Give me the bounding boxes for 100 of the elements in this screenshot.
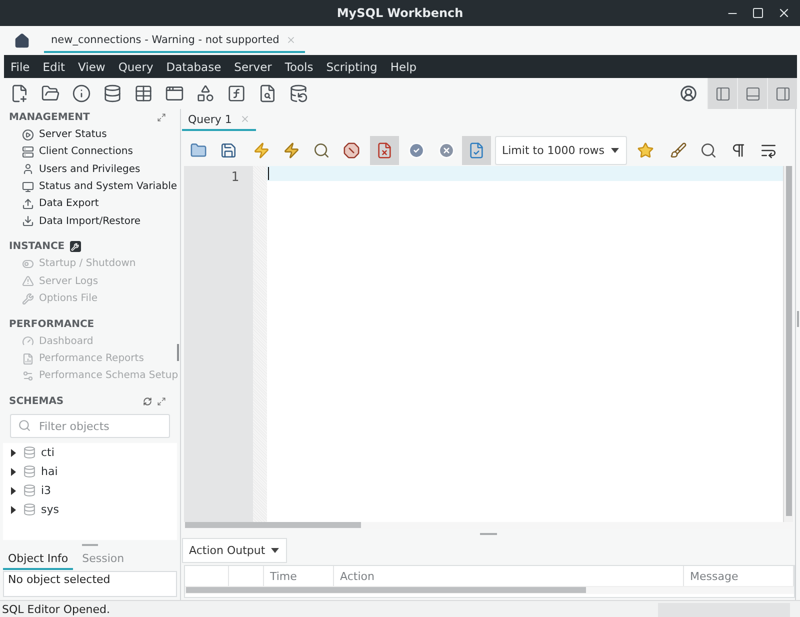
check-circle-icon[interactable]: [408, 142, 425, 159]
section-title: INSTANCE: [9, 241, 65, 252]
maximize-icon[interactable]: [752, 7, 764, 19]
splitter-handle[interactable]: [82, 544, 98, 546]
sidebar-item[interactable]: Data Export: [0, 195, 180, 212]
warning-icon: [22, 275, 34, 288]
search-icon: [18, 419, 31, 432]
sidebar-item[interactable]: Users and Privileges: [0, 160, 180, 178]
stop-icon[interactable]: [343, 142, 360, 159]
section-title: MANAGEMENT: [9, 112, 90, 123]
connection-tab[interactable]: new_connections - Warning - not supported: [44, 26, 306, 53]
menu-item[interactable]: File: [4, 60, 36, 74]
server-icon: [22, 146, 34, 158]
chart-file-icon: [22, 352, 34, 365]
splitter-handle[interactable]: [797, 311, 799, 327]
caret-right-icon[interactable]: [11, 448, 16, 457]
menu-item[interactable]: Scripting: [320, 60, 384, 74]
sidebar-item[interactable]: Data Import/Restore: [0, 212, 180, 230]
menu-item[interactable]: Tools: [278, 60, 320, 74]
tree-item[interactable]: hai: [3, 462, 177, 482]
menu-item[interactable]: Query: [112, 60, 160, 74]
horizontal-scrollbar[interactable]: [184, 522, 793, 529]
menu-item[interactable]: Help: [384, 60, 424, 74]
vertical-scrollbar[interactable]: [783, 166, 793, 522]
sidebar-item[interactable]: Server Status: [0, 126, 180, 144]
caret-down-icon: [271, 548, 280, 553]
wrap-text-icon[interactable]: [760, 142, 777, 159]
upload-icon: [22, 198, 34, 210]
function-icon[interactable]: [227, 84, 246, 103]
x-circle-icon[interactable]: [438, 142, 455, 159]
toggle-button[interactable]: [462, 136, 491, 165]
caret-right-icon[interactable]: [11, 468, 16, 476]
line-number: 1: [231, 170, 239, 185]
pilcrow-icon[interactable]: [730, 142, 747, 159]
database-icon: [23, 446, 36, 460]
folder-icon[interactable]: [190, 142, 207, 159]
filter-field[interactable]: Filter objects: [10, 414, 170, 438]
tree-item[interactable]: cti: [3, 443, 177, 462]
menu-item[interactable]: Database: [160, 60, 228, 74]
window-icon[interactable]: [165, 84, 184, 103]
tree-item[interactable]: i3: [3, 481, 177, 500]
star-icon[interactable]: [637, 142, 654, 159]
query-tab[interactable]: Query 1: [182, 109, 256, 131]
toggle-button[interactable]: [370, 136, 399, 165]
gauge-icon: [22, 335, 34, 348]
sidebar-item[interactable]: Client Connections: [0, 143, 180, 161]
expand-icon[interactable]: [157, 397, 166, 406]
magnifier-icon[interactable]: [313, 142, 330, 159]
left-panel-icon: [714, 86, 730, 102]
right-panel-icon: [774, 86, 790, 102]
menu-item[interactable]: Server: [228, 60, 278, 74]
sliders-icon: [22, 370, 34, 382]
home-icon[interactable]: [14, 32, 30, 48]
refresh-icon[interactable]: [143, 397, 152, 406]
info-icon[interactable]: [72, 84, 91, 103]
output-dropdown[interactable]: Action Output: [182, 538, 288, 563]
file-search-icon[interactable]: [258, 84, 277, 103]
shapes-icon[interactable]: [196, 84, 215, 103]
status-message: SQL Editor Opened.: [2, 602, 110, 616]
database-icon[interactable]: [103, 84, 122, 103]
save-icon[interactable]: [220, 142, 237, 159]
file-plus-icon[interactable]: [10, 84, 29, 103]
panel-toggle-button[interactable]: [767, 78, 797, 109]
file-x-icon: [376, 142, 393, 159]
wrench-icon[interactable]: [70, 241, 81, 252]
user-icon: [22, 163, 34, 176]
column-header[interactable]: Time: [264, 566, 334, 586]
section-title: PERFORMANCE: [9, 318, 94, 330]
lightning-icon[interactable]: [253, 142, 270, 159]
brush-icon[interactable]: [670, 142, 687, 159]
section-title: SCHEMAS: [9, 396, 64, 408]
menu-item[interactable]: View: [72, 60, 112, 74]
wrench-icon: [22, 292, 34, 305]
file-check-icon: [468, 142, 485, 159]
panel-toggle-button[interactable]: [737, 78, 767, 109]
table-icon[interactable]: [134, 84, 153, 103]
expand-icon[interactable]: [157, 113, 166, 122]
caret-right-icon[interactable]: [11, 506, 16, 514]
user-ring-icon[interactable]: [680, 85, 697, 102]
splitter-handle[interactable]: [480, 532, 496, 534]
search-icon[interactable]: [700, 142, 717, 159]
menu-item[interactable]: Edit: [36, 60, 72, 74]
sidebar-item[interactable]: Status and System Variable: [0, 178, 180, 196]
text-cursor: [268, 167, 269, 180]
limit-dropdown[interactable]: Limit to 1000 rows: [495, 136, 627, 165]
window-title: MySQL Workbench: [336, 6, 464, 20]
column-header[interactable]: Action: [334, 566, 684, 586]
database-icon: [23, 503, 36, 516]
info-text: No object selected: [8, 573, 110, 586]
scrollbar-thumb[interactable]: [177, 344, 179, 361]
column-header[interactable]: Message: [684, 566, 794, 586]
horizontal-scrollbar[interactable]: [185, 587, 794, 594]
database-arrow-icon[interactable]: [289, 84, 308, 103]
close-icon[interactable]: [777, 6, 791, 20]
caret-right-icon[interactable]: [11, 486, 16, 495]
lightning-icon[interactable]: [283, 142, 300, 159]
download-icon: [22, 215, 34, 228]
folder-open-icon[interactable]: [41, 84, 60, 103]
panel-toggle-button[interactable]: [707, 78, 737, 109]
tree-item[interactable]: sys: [3, 500, 177, 520]
